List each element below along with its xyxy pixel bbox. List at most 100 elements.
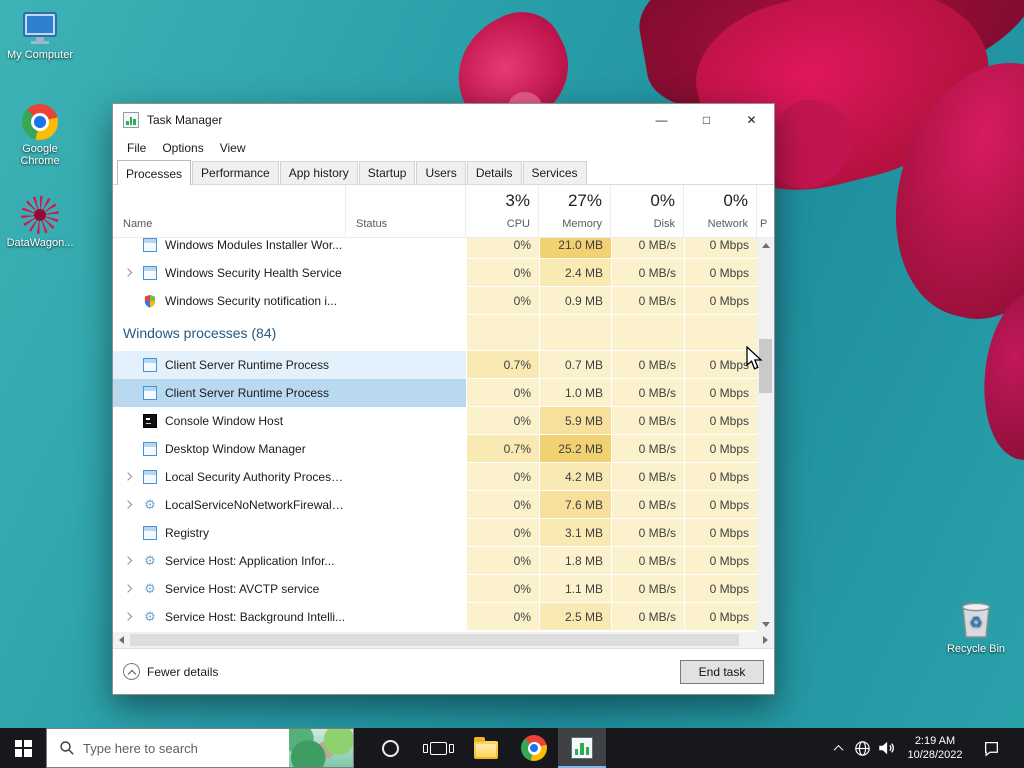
process-row[interactable]: Registry 0% 3.1 MB 0 MB/s 0 Mbps bbox=[113, 519, 757, 547]
cpu-cell: 0% bbox=[466, 259, 539, 287]
disk-total-usage: 0% bbox=[650, 191, 675, 210]
scroll-down-button[interactable] bbox=[757, 617, 774, 632]
process-name: Windows Modules Installer Wor... bbox=[165, 238, 343, 252]
process-row[interactable]: Windows Security notification i... 0% 0.… bbox=[113, 287, 757, 315]
scroll-right-button[interactable] bbox=[757, 632, 774, 648]
process-row[interactable]: Desktop Window Manager 0.7% 25.2 MB 0 MB… bbox=[113, 435, 757, 463]
search-icon bbox=[60, 741, 74, 755]
column-header-status[interactable]: Status bbox=[346, 185, 466, 237]
chrome-taskbar-button[interactable] bbox=[510, 728, 558, 768]
task-view-button[interactable] bbox=[414, 728, 462, 768]
process-name: Windows Security notification i... bbox=[165, 294, 338, 308]
memory-cell: 4.2 MB bbox=[539, 463, 611, 491]
desktop-icon-my-computer[interactable]: My Computer bbox=[2, 10, 78, 61]
menu-bar: File Options View bbox=[113, 136, 774, 159]
cpu-total-usage: 3% bbox=[505, 191, 530, 210]
app-icon bbox=[143, 358, 157, 372]
desktop-icon-google-chrome[interactable]: Google Chrome bbox=[2, 104, 78, 167]
show-hidden-icons-button[interactable] bbox=[826, 728, 850, 768]
minimize-button[interactable]: — bbox=[639, 104, 684, 136]
svg-text:♻: ♻ bbox=[969, 613, 982, 631]
vertical-scrollbar[interactable] bbox=[757, 238, 774, 632]
column-header-network[interactable]: 0% Network bbox=[684, 185, 757, 237]
task-manager-icon bbox=[571, 737, 593, 759]
menu-file[interactable]: File bbox=[119, 141, 154, 155]
expand-chevron-icon[interactable] bbox=[123, 268, 133, 277]
process-row[interactable]: Windows Modules Installer Wor... 0% 21.0… bbox=[113, 238, 757, 259]
tab-services[interactable]: Services bbox=[522, 161, 587, 184]
status-cell bbox=[346, 519, 466, 547]
cortana-button[interactable] bbox=[366, 728, 414, 768]
scroll-up-button[interactable] bbox=[757, 238, 774, 253]
title-bar[interactable]: Task Manager — □ ✕ bbox=[113, 104, 774, 136]
scroll-left-button[interactable] bbox=[113, 632, 130, 648]
column-header-cpu[interactable]: 3% CPU bbox=[466, 185, 539, 237]
network-cell: 0 Mbps bbox=[684, 519, 757, 547]
process-row-selected[interactable]: Client Server Runtime Process 0% 1.0 MB … bbox=[113, 379, 757, 407]
desktop-icon-label: Recycle Bin bbox=[946, 643, 1006, 655]
disk-cell: 0 MB/s bbox=[611, 547, 684, 575]
tab-processes[interactable]: Processes bbox=[117, 160, 192, 185]
tab-details[interactable]: Details bbox=[466, 161, 522, 184]
expand-chevron-icon[interactable] bbox=[123, 612, 133, 621]
close-button[interactable]: ✕ bbox=[729, 104, 774, 136]
clock-time: 2:19 AM bbox=[914, 735, 956, 747]
maximize-button[interactable]: □ bbox=[684, 104, 729, 136]
group-header-row: Windows processes (84) bbox=[113, 315, 757, 351]
tab-app-history[interactable]: App history bbox=[279, 161, 358, 184]
process-row[interactable]: LocalServiceNoNetworkFirewall ... 0% 7.6… bbox=[113, 491, 757, 519]
process-row[interactable]: Local Security Authority Process... 0% 4… bbox=[113, 463, 757, 491]
status-cell bbox=[346, 259, 466, 287]
process-row[interactable]: Service Host: Application Infor... 0% 1.… bbox=[113, 547, 757, 575]
desktop-icon-datawagon[interactable]: DataWagon... bbox=[2, 196, 78, 249]
expand-chevron-icon[interactable] bbox=[123, 472, 133, 481]
network-cell: 0 Mbps bbox=[684, 238, 757, 259]
tab-startup[interactable]: Startup bbox=[358, 161, 416, 184]
status-cell bbox=[346, 407, 466, 435]
horizontal-scrollbar-thumb[interactable] bbox=[130, 634, 739, 646]
menu-view[interactable]: View bbox=[212, 141, 254, 155]
network-tray-button[interactable] bbox=[850, 728, 874, 768]
network-total-usage: 0% bbox=[723, 191, 748, 210]
file-explorer-button[interactable] bbox=[462, 728, 510, 768]
process-row[interactable]: Service Host: Background Intelli... 0% 2… bbox=[113, 603, 757, 631]
process-row[interactable]: Console Window Host 0% 5.9 MB 0 MB/s 0 M… bbox=[113, 407, 757, 435]
memory-cell: 21.0 MB bbox=[539, 238, 611, 259]
column-header-memory[interactable]: 27% Memory bbox=[539, 185, 611, 237]
expand-chevron-icon[interactable] bbox=[123, 584, 133, 593]
tab-users[interactable]: Users bbox=[416, 161, 466, 184]
disk-cell: 0 MB/s bbox=[611, 519, 684, 547]
folder-icon bbox=[474, 737, 498, 759]
taskbar-search[interactable] bbox=[46, 728, 354, 768]
process-row[interactable]: Windows Security Health Service 0% 2.4 M… bbox=[113, 259, 757, 287]
chrome-icon bbox=[2, 104, 78, 140]
network-cell: 0 Mbps bbox=[684, 379, 757, 407]
memory-cell: 0.7 MB bbox=[539, 351, 611, 379]
menu-options[interactable]: Options bbox=[154, 141, 211, 155]
process-name: Client Server Runtime Process bbox=[165, 358, 330, 372]
desktop-icon-label: My Computer bbox=[6, 49, 74, 61]
task-manager-taskbar-button[interactable] bbox=[558, 728, 606, 768]
taskbar-clock[interactable]: 2:19 AM 10/28/2022 bbox=[898, 734, 972, 762]
volume-tray-button[interactable] bbox=[874, 728, 898, 768]
cpu-cell: 0% bbox=[466, 603, 539, 631]
horizontal-scrollbar[interactable] bbox=[113, 632, 774, 648]
process-row[interactable]: Client Server Runtime Process 0.7% 0.7 M… bbox=[113, 351, 757, 379]
process-list: Windows Modules Installer Wor... 0% 21.0… bbox=[113, 238, 774, 632]
search-input[interactable] bbox=[83, 740, 289, 756]
expand-chevron-icon[interactable] bbox=[123, 556, 133, 565]
fewer-details-toggle[interactable]: Fewer details bbox=[123, 663, 218, 680]
process-row[interactable]: Service Host: AVCTP service 0% 1.1 MB 0 … bbox=[113, 575, 757, 603]
start-button[interactable] bbox=[0, 728, 46, 768]
computer-icon bbox=[2, 10, 78, 46]
tab-performance[interactable]: Performance bbox=[192, 161, 279, 184]
action-center-button[interactable] bbox=[972, 728, 1010, 768]
column-header-name[interactable]: Name bbox=[113, 185, 346, 237]
end-task-button[interactable]: End task bbox=[680, 659, 764, 684]
security-shield-icon bbox=[143, 294, 157, 308]
expand-chevron-icon[interactable] bbox=[123, 500, 133, 509]
cpu-cell: 0% bbox=[466, 287, 539, 315]
memory-total-usage: 27% bbox=[567, 191, 602, 210]
desktop-icon-recycle-bin[interactable]: ♻ Recycle Bin bbox=[938, 598, 1014, 655]
column-header-disk[interactable]: 0% Disk bbox=[611, 185, 684, 237]
